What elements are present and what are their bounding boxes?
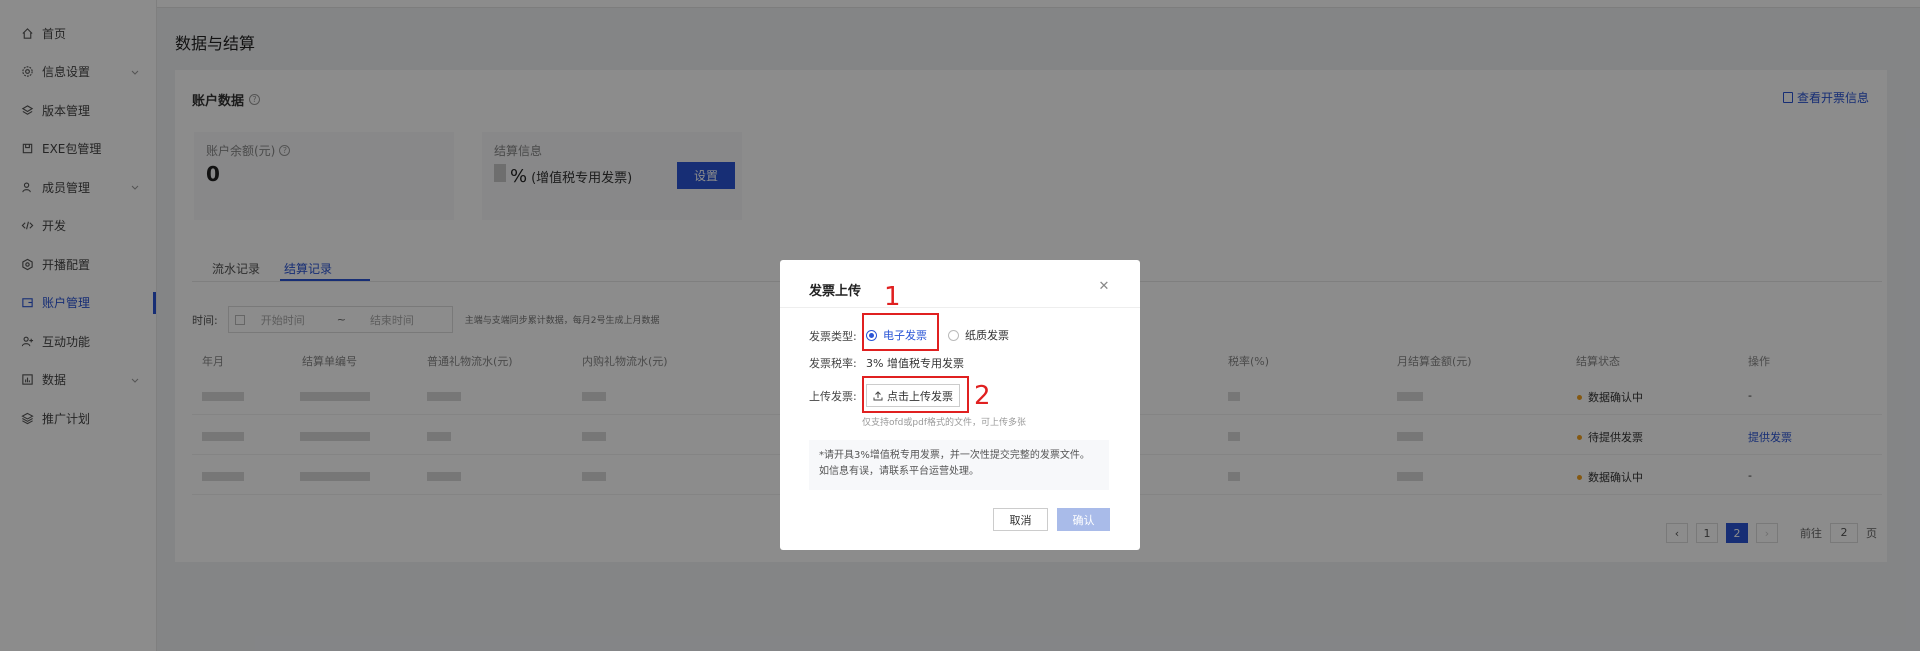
dialog-title: 发票上传 [809, 284, 862, 299]
annotation-box-step1 [862, 313, 939, 351]
invoice-notice: *请开具3%增值税专用发票，并一次性提交完整的发票文件。如信息有误，请联系平台运… [809, 440, 1109, 490]
radio-circle [948, 329, 959, 341]
invoice-rate-label: 发票税率: [809, 357, 857, 370]
dialog-divider [780, 307, 1140, 308]
upload-invoice-label: 上传发票: [809, 390, 857, 403]
confirm-button[interactable]: 确认 [1057, 508, 1110, 531]
invoice-type-label: 发票类型: [809, 330, 857, 343]
upload-note: 仅支持ofd或pdf格式的文件，可上传多张 [862, 418, 1026, 428]
radio-paper-invoice[interactable]: 纸质发票 [948, 327, 1009, 343]
close-icon[interactable]: ✕ [1098, 280, 1110, 293]
annotation-number-1: 1 [884, 282, 901, 312]
annotation-number-2: 2 [974, 381, 991, 411]
cancel-button[interactable]: 取消 [993, 508, 1048, 531]
annotation-box-step2 [862, 376, 969, 413]
invoice-rate-value: 3% 增值税专用发票 [866, 357, 964, 370]
radio-label: 纸质发票 [965, 329, 1009, 342]
